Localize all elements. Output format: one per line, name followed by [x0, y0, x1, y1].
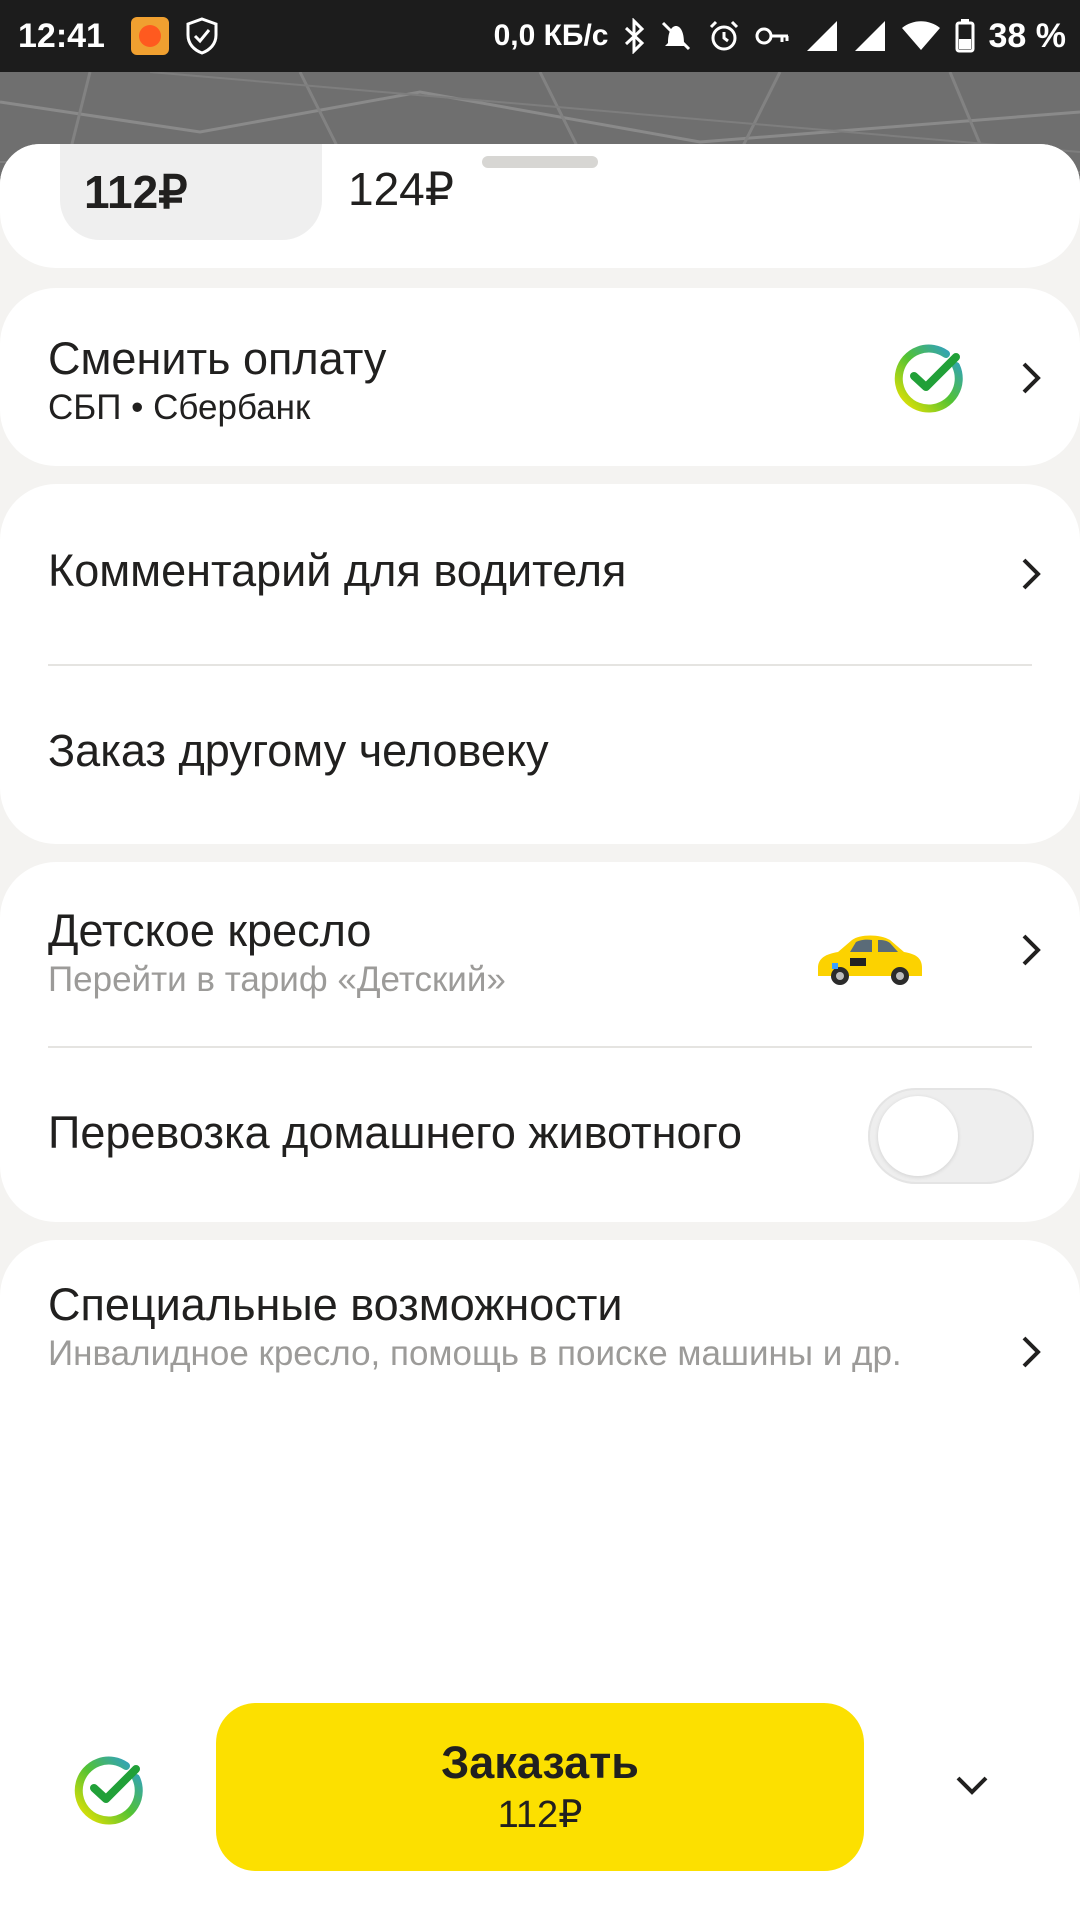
battery-level: 38 %	[988, 16, 1067, 55]
accessibility-subtitle: Инвалидное кресло, помощь в поиске машин…	[48, 1334, 902, 1373]
alarm-icon	[707, 19, 741, 53]
order-for-other-label: Заказ другому человеку	[48, 725, 549, 776]
divider	[48, 664, 1032, 666]
bluetooth-icon	[623, 18, 645, 54]
status-time: 12:41	[18, 16, 105, 55]
battery-icon	[955, 19, 975, 53]
sheet-drag-handle[interactable]	[482, 156, 598, 168]
order-for-other-row[interactable]: Заказ другому человеку	[48, 724, 1032, 784]
payment-method: СБП • Сбербанк	[48, 388, 311, 427]
order-button[interactable]: Заказать 112₽	[216, 1703, 864, 1871]
chevron-right-icon	[1022, 362, 1041, 394]
fare-price-selected: 112₽	[84, 166, 188, 218]
sberbank-logo-icon	[890, 340, 966, 421]
payment-card[interactable]: Сменить оплату СБП • Сбербанк	[0, 288, 1080, 466]
fare-option-other[interactable]: 124₽	[348, 162, 454, 216]
chevron-right-icon	[1022, 934, 1041, 966]
payment-title: Сменить оплату	[48, 333, 387, 384]
divider	[48, 1046, 1032, 1048]
toggle-knob	[878, 1096, 958, 1176]
driver-comment-label: Комментарий для водителя	[48, 545, 627, 596]
chevron-down-icon[interactable]	[952, 1770, 992, 1803]
pet-transport-toggle[interactable]	[868, 1088, 1034, 1184]
order-bar: Заказать 112₽	[0, 1630, 1080, 1920]
payment-method-button[interactable]	[70, 1752, 146, 1833]
order-button-label: Заказать	[441, 1737, 639, 1788]
shield-icon	[185, 17, 219, 55]
wifi-icon	[901, 20, 941, 52]
driver-comment-row[interactable]: Комментарий для водителя	[48, 544, 1032, 604]
vibrate-icon	[659, 19, 693, 53]
app-notification-icon	[130, 17, 169, 55]
chevron-right-icon	[1022, 558, 1041, 590]
key-icon	[755, 21, 791, 51]
order-options-card: Комментарий для водителя Заказ другому ч…	[0, 484, 1080, 844]
extras-card: Детское кресло Перейти в тариф «Детский»…	[0, 862, 1080, 1222]
chevron-right-icon	[1022, 1336, 1041, 1368]
sberbank-logo-icon	[74, 1756, 143, 1825]
status-bar: 12:41 0,0 КБ/с 38 %	[0, 0, 1080, 72]
fare-selector-card: 112₽ 124₽	[0, 144, 1080, 268]
order-button-price: 112₽	[497, 1794, 583, 1836]
network-speed: 0,0 КБ/с	[493, 19, 609, 52]
signal-icon	[853, 19, 887, 53]
fare-option-selected[interactable]: 112₽	[60, 144, 322, 240]
signal-icon	[805, 19, 839, 53]
taxi-car-icon	[810, 930, 926, 993]
accessibility-title: Специальные возможности	[48, 1279, 623, 1330]
